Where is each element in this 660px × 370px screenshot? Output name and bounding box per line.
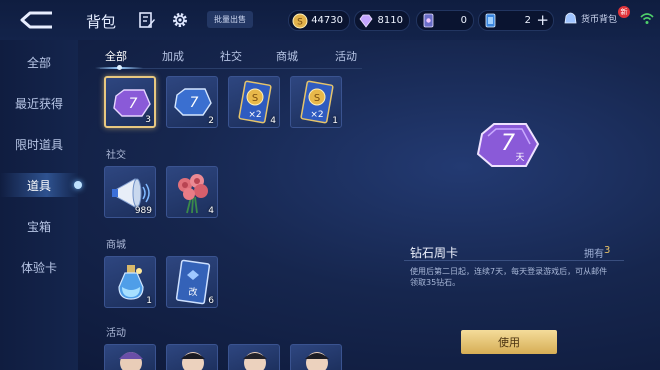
rename-label: 改: [188, 286, 197, 298]
page-title: 背包: [86, 13, 117, 31]
coin-value: 44730: [311, 15, 343, 26]
character-portrait-icon: [181, 352, 205, 370]
tab-activity[interactable]: 活动: [335, 48, 357, 64]
sidebar-active-indicator: [74, 181, 82, 189]
currency-bag-icon: [564, 12, 577, 24]
item-slot[interactable]: [290, 344, 342, 370]
ticket-counter-a: 0: [416, 10, 474, 31]
add-currency-button[interactable]: +: [536, 12, 549, 29]
card-number: 7: [129, 96, 138, 112]
item-count: 4: [208, 206, 214, 216]
sidebar-item-trial-card[interactable]: 体验卡: [0, 255, 78, 279]
character-portrait-icon: [305, 352, 329, 370]
tab-mall[interactable]: 商城: [276, 48, 298, 64]
item-slot[interactable]: S ×2 4: [228, 76, 280, 128]
section-title-activity: 活动: [106, 328, 126, 339]
ticket-card-icon: [423, 13, 434, 27]
section-title-mall: 商城: [106, 240, 126, 251]
multiplier-label: ×2: [248, 110, 261, 120]
diamond-value: 8110: [377, 15, 403, 26]
item-slot[interactable]: 7 2: [166, 76, 218, 128]
sidebar-item-limited[interactable]: 限时道具: [0, 132, 78, 156]
wifi-icon: [640, 13, 654, 24]
item-slot[interactable]: 改 6: [166, 256, 218, 308]
detail-divider: [404, 260, 624, 261]
sidebar-item-props[interactable]: 道具: [0, 173, 78, 197]
item-count: 4: [270, 116, 276, 126]
card-number: 7: [501, 131, 515, 156]
item-count: 6: [208, 296, 214, 306]
tab-all[interactable]: 全部: [105, 48, 127, 64]
multiplier-label: ×2: [310, 110, 323, 120]
sidebar-item-recent[interactable]: 最近获得: [0, 91, 78, 115]
card-sub: 天: [515, 153, 524, 163]
back-arrow-icon[interactable]: [18, 8, 58, 32]
coin-counter: S 44730: [288, 10, 350, 31]
sidebar-item-chest[interactable]: 宝箱: [0, 214, 78, 238]
item-slot[interactable]: 1: [104, 256, 156, 308]
gear-icon[interactable]: [171, 11, 189, 29]
item-count: 989: [134, 206, 152, 216]
own-count: 3: [604, 245, 611, 256]
currency-bag-button[interactable]: 货币背包: [563, 11, 617, 25]
item-count: 3: [145, 115, 151, 125]
item-count: 1: [332, 116, 338, 126]
sidebar: [0, 40, 78, 370]
item-slot[interactable]: 7 3: [104, 76, 156, 128]
diamond-counter: 8110: [354, 10, 410, 31]
currency-bag-label: 货币背包: [581, 14, 618, 25]
item-name: 钻石周卡: [410, 246, 459, 260]
sidebar-item-all[interactable]: 全部: [0, 50, 78, 74]
batch-sell-button[interactable]: 批量出售: [207, 11, 253, 28]
svg-text:S: S: [314, 93, 320, 104]
svg-text:S: S: [252, 93, 258, 104]
ticket-a-value: 0: [460, 15, 467, 26]
own-label: 拥有: [584, 249, 604, 260]
new-badge: 新: [618, 6, 630, 18]
tab-active-dot: [117, 65, 122, 70]
item-slot[interactable]: 989: [104, 166, 156, 218]
tab-bonus[interactable]: 加成: [162, 48, 184, 64]
edit-icon[interactable]: [138, 11, 156, 29]
character-portrait-icon: [243, 352, 267, 370]
item-slot[interactable]: [104, 344, 156, 370]
section-title-social: 社交: [106, 150, 126, 161]
item-description: 使用后第二日起，连续7天，每天登录游戏后，可从邮件领取35钻石。: [410, 267, 608, 287]
blue-ticket-icon: [485, 13, 496, 27]
diamond-week-card-icon: 7 天: [476, 123, 540, 167]
item-slot[interactable]: [228, 344, 280, 370]
card-number: 7: [190, 95, 199, 111]
tab-social[interactable]: 社交: [220, 48, 242, 64]
diamond-icon: [359, 14, 373, 28]
item-count: 1: [146, 296, 152, 306]
use-button[interactable]: 使用: [461, 330, 557, 354]
coin-icon: S: [292, 13, 308, 28]
ticket-counter-b: 2 +: [478, 10, 554, 31]
item-slot[interactable]: 4: [166, 166, 218, 218]
character-portrait-icon: [119, 352, 143, 370]
ticket-b-value: 2: [524, 15, 531, 26]
item-slot[interactable]: [166, 344, 218, 370]
svg-text:S: S: [297, 17, 303, 27]
item-count: 2: [208, 116, 214, 126]
item-slot[interactable]: S ×2 1: [290, 76, 342, 128]
